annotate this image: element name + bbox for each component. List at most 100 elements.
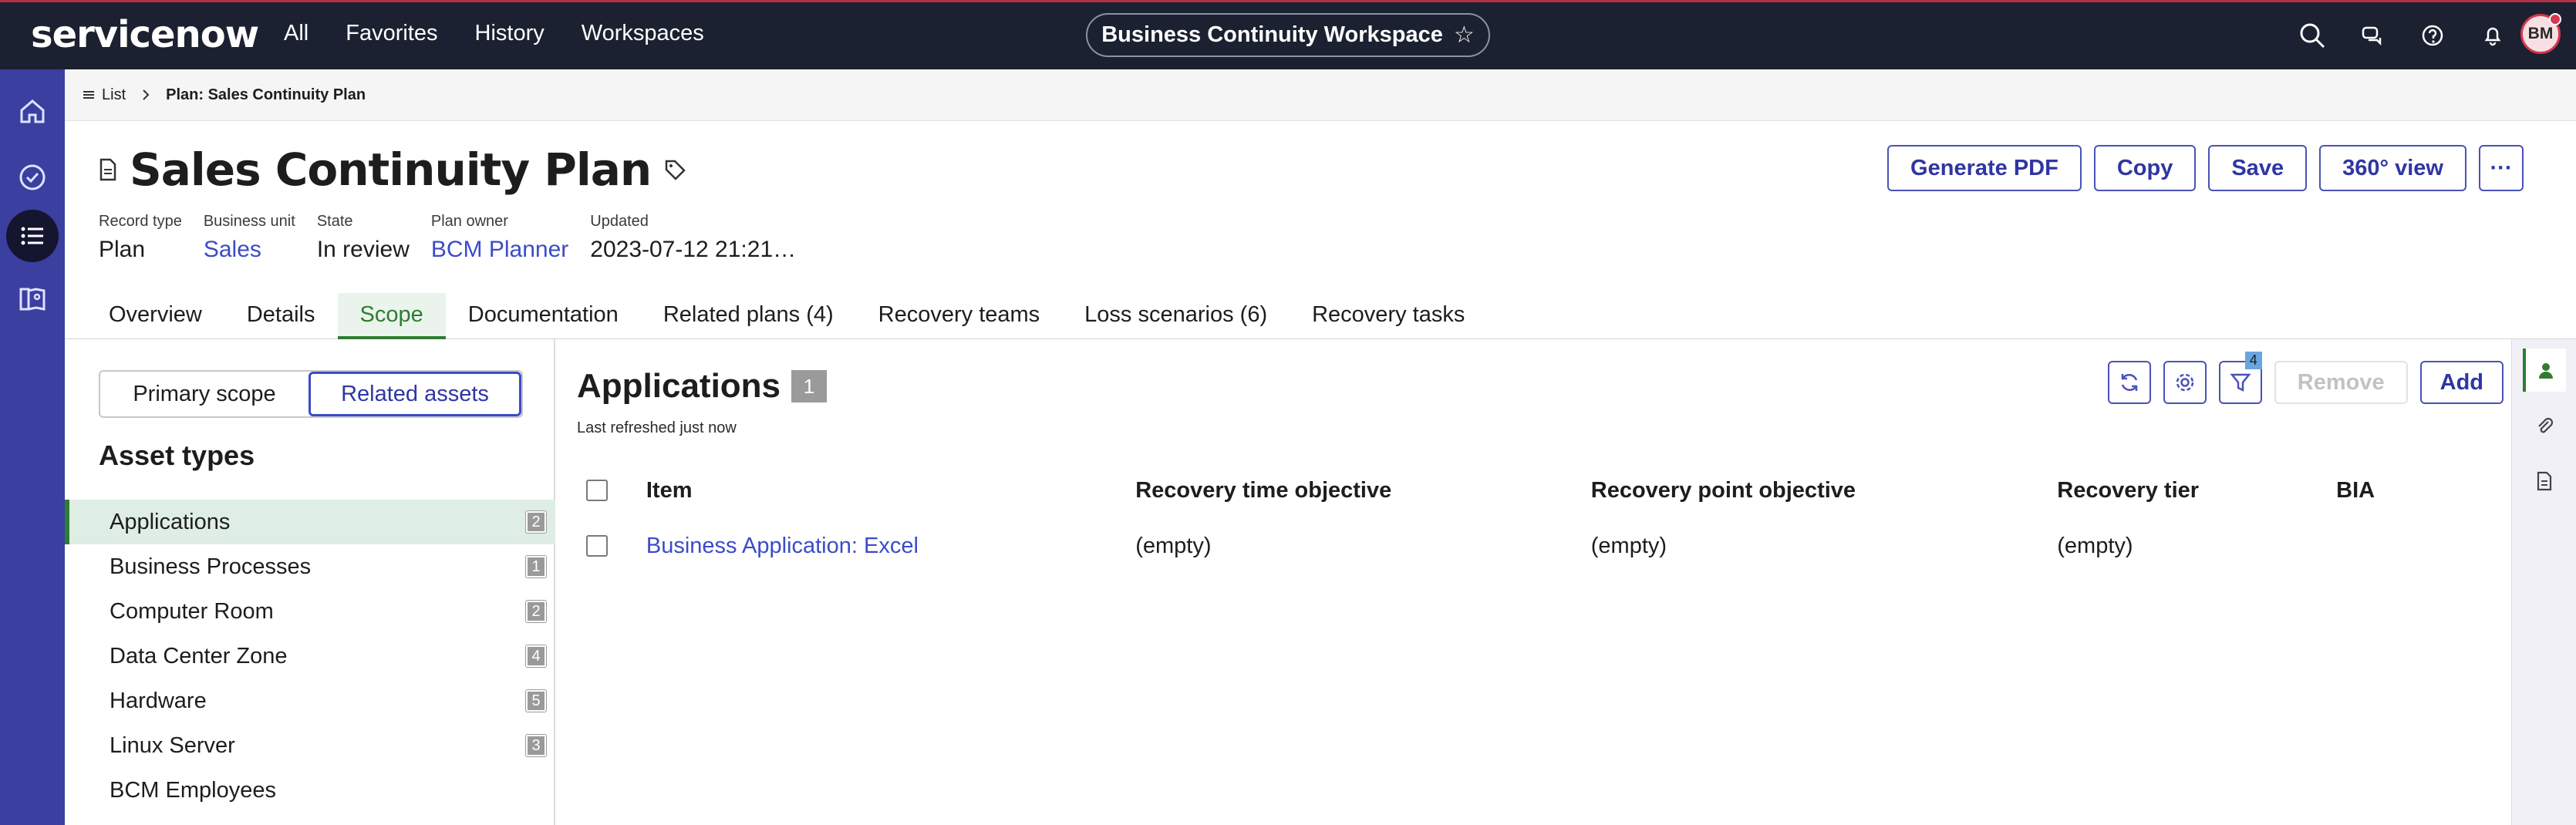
tab-details[interactable]: Details [224,293,338,339]
document-icon[interactable] [2523,460,2566,503]
page-title: Sales Continuity Plan [130,143,652,196]
asset-count-badge: 4 [526,645,546,667]
record-meta: Record type Plan Business unit Sales Sta… [99,213,796,263]
meta-value: 2023-07-12 21:21… [590,237,797,262]
nav-history[interactable]: History [475,21,545,46]
person-icon[interactable] [2523,349,2566,392]
related-list-panel: Applications 1 Last refreshed just now 4… [557,339,2511,825]
list-icon[interactable] [6,210,59,262]
asset-type-list: Applications 2 Business Processes 1 Comp… [65,500,555,813]
star-icon[interactable]: ☆ [1454,22,1475,49]
avatar-initials: BM [2527,25,2554,42]
asset-count-badge: 3 [526,735,546,756]
list-title-row: Applications 1 [577,367,828,406]
gear-icon [2176,373,2194,392]
meta-value: Plan [99,237,146,262]
breadcrumb: List Plan: Sales Continuity Plan [65,69,2576,121]
copy-button[interactable]: Copy [2093,145,2197,191]
top-header: servicenow All Favorites History Workspa… [0,0,2576,69]
workspace-pill[interactable]: Business Continuity Workspace ☆ [1086,13,1490,57]
avatar[interactable]: BM [2520,13,2561,54]
record-title-row: Sales Continuity Plan [99,143,686,196]
chevron-right-icon [143,89,150,100]
record-actions: Generate PDF Copy Save 360° view ··· [1887,145,2524,191]
settings-button[interactable] [2163,361,2207,404]
header-icons [2298,16,2507,55]
remove-button[interactable]: Remove [2274,361,2408,404]
help-icon[interactable] [2419,16,2446,55]
column-header-recovery-tier[interactable]: Recovery tier [2057,478,2336,503]
nav-favorites[interactable]: Favorites [346,21,437,46]
asset-item-computer-room[interactable]: Computer Room 2 [65,589,555,634]
meta-business-unit-link[interactable]: Sales [204,237,295,263]
meta-plan-owner: Plan owner BCM Planner [431,213,568,263]
column-header-item[interactable]: Item [646,478,1135,503]
tab-overview[interactable]: Overview [86,293,224,339]
breadcrumb-list-link[interactable]: List [83,86,126,104]
tab-recovery-teams[interactable]: Recovery teams [856,293,1063,339]
check-circle-icon[interactable] [6,151,59,204]
home-icon[interactable] [6,85,59,137]
asset-item-bcm-employees[interactable]: BCM Employees [65,768,555,813]
document-icon [99,158,116,181]
asset-types-heading: Asset types [99,439,255,471]
meta-updated: Updated 2023-07-12 21:21… [590,213,796,263]
nav-workspaces[interactable]: Workspaces [582,21,704,46]
tab-scope[interactable]: Scope [337,293,446,339]
column-header-rto[interactable]: Recovery time objective [1135,478,1591,503]
meta-key: Plan owner [430,213,508,230]
refresh-button[interactable] [2107,361,2151,404]
servicenow-logo[interactable]: servicenow [31,13,259,56]
primary-scope-toggle[interactable]: Primary scope [100,372,309,416]
scope-segmented-control: Primary scope Related assets [99,370,523,418]
item-link[interactable]: Business Application: Excel [646,534,1135,559]
asset-item-label: Computer Room [110,598,274,624]
applications-table: Item Recovery time objective Recovery po… [577,463,2490,574]
meta-business-unit: Business unit Sales [204,213,295,263]
asset-item-label: Linux Server [110,732,235,758]
meta-plan-owner-link[interactable]: BCM Planner [431,237,568,263]
search-icon[interactable] [2298,16,2326,55]
top-nav: All Favorites History Workspaces [284,21,704,46]
filter-count-badge: 4 [2244,352,2262,369]
map-book-icon[interactable] [6,273,59,325]
tab-recovery-tasks[interactable]: Recovery tasks [1290,293,1487,339]
asset-item-hardware[interactable]: Hardware 5 [65,679,555,723]
related-assets-toggle[interactable]: Related assets [309,372,521,416]
asset-item-label: BCM Employees [110,777,276,803]
tab-related-plans[interactable]: Related plans (4) [641,293,856,339]
breadcrumb-current: Plan: Sales Continuity Plan [166,86,366,103]
asset-item-applications[interactable]: Applications 2 [65,500,555,544]
bell-icon[interactable] [2479,16,2507,55]
table-cell: (empty) [2057,533,2133,558]
asset-count-badge: 2 [526,601,546,622]
nav-all[interactable]: All [284,21,309,46]
asset-item-data-center-zone[interactable]: Data Center Zone 4 [65,634,555,679]
table-header-row: Item Recovery time objective Recovery po… [577,463,2490,518]
tag-icon[interactable] [663,158,686,181]
column-header-rpo[interactable]: Recovery point objective [1591,478,2058,503]
row-checkbox[interactable] [586,535,608,557]
filter-button[interactable]: 4 [2218,352,2262,404]
generate-pdf-button[interactable]: Generate PDF [1887,145,2082,191]
meta-value: In review [316,237,410,262]
record-tabs: Overview Details Scope Documentation Rel… [65,293,2576,339]
chat-icon[interactable] [2359,16,2386,55]
meta-key: State [316,213,353,230]
tab-loss-scenarios[interactable]: Loss scenarios (6) [1062,293,1290,339]
meta-state: State In review [317,213,410,263]
asset-item-label: Hardware [110,688,207,713]
save-button[interactable]: Save [2208,145,2308,191]
paperclip-icon[interactable] [2523,404,2566,447]
add-button[interactable]: Add [2419,361,2504,404]
view-360-button[interactable]: 360° view [2319,145,2466,191]
meta-key: Record type [99,213,182,230]
breadcrumb-list-label: List [102,86,126,103]
asset-item-business-processes[interactable]: Business Processes 1 [65,544,555,589]
asset-item-linux-server[interactable]: Linux Server 3 [65,723,555,768]
more-actions-button[interactable]: ··· [2479,145,2524,191]
select-all-checkbox[interactable] [586,480,608,501]
column-header-bia[interactable]: BIA [2336,478,2490,503]
refresh-icon [2121,373,2138,392]
tab-documentation[interactable]: Documentation [446,293,641,339]
